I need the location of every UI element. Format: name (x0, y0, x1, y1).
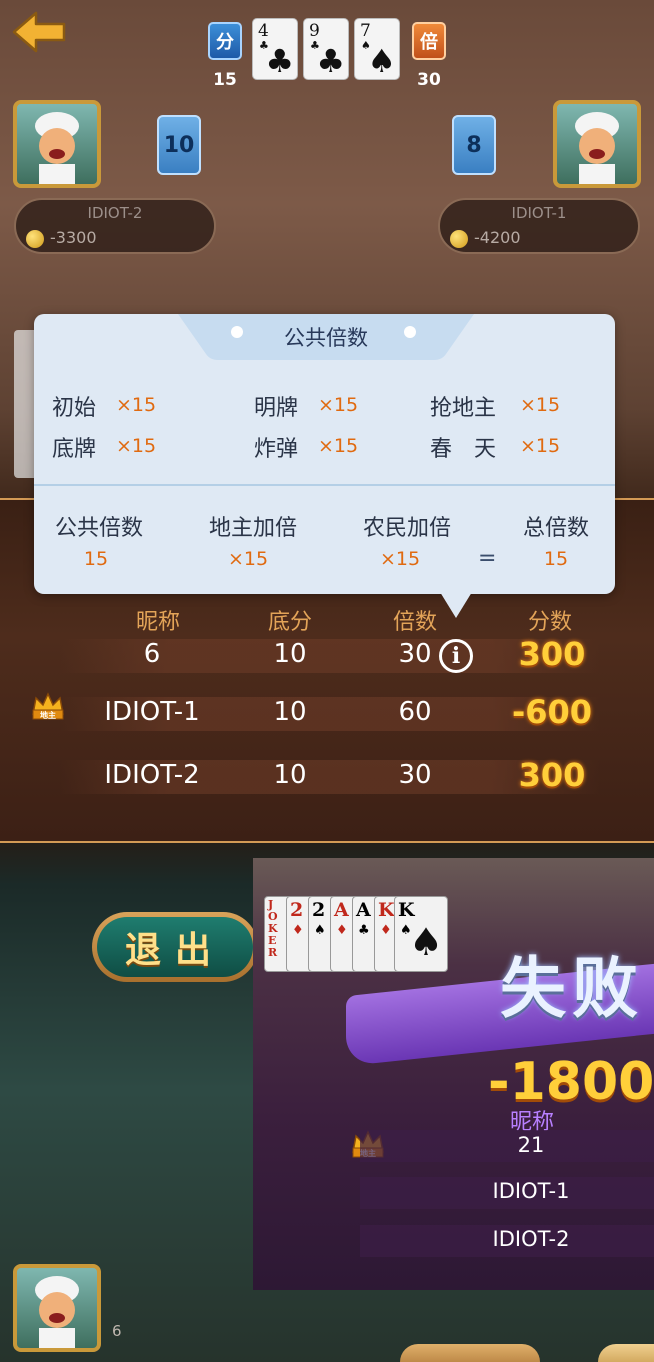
self-card-count: 6 (112, 1322, 122, 1340)
left-player-balance: -3300 (50, 228, 97, 247)
svg-text:地主: 地主 (40, 710, 56, 720)
diamond-icon: ♦ (336, 923, 348, 938)
item-label: 抢地主 (430, 396, 497, 421)
defeat-row-name: IDIOT-2 (492, 1227, 570, 1251)
club-icon: ♣ (316, 42, 345, 80)
exit-button[interactable]: 退出 (92, 912, 258, 982)
item-value: ×15 (520, 435, 561, 457)
spade-icon: ♠ (314, 923, 326, 938)
club-icon: ♣ (265, 42, 294, 80)
row-name: 6 (143, 639, 161, 669)
bottom-action-button-2[interactable] (598, 1344, 654, 1362)
right-player-balance: -4200 (474, 228, 521, 247)
row-name: IDIOT-2 (104, 760, 200, 790)
row-multiple: 30 (398, 760, 432, 790)
left-player-name: IDIOT-2 (87, 204, 143, 222)
avatar-self[interactable] (13, 1264, 101, 1352)
card-rank: A (356, 899, 371, 921)
popup-divider (34, 484, 615, 486)
summary-landlord-label: 地主加倍 (208, 516, 297, 541)
avatar-right-player[interactable] (553, 100, 641, 188)
bottom-card: 7 ♠ ♠ (354, 18, 400, 80)
summary-farmer-label: 农民加倍 (362, 516, 451, 541)
header-nickname: 昵称 (135, 610, 180, 635)
summary-public-value: 15 (83, 548, 109, 570)
popup-pointer (440, 592, 472, 618)
row-base: 10 (273, 639, 307, 669)
row-base: 10 (273, 760, 307, 790)
popup-title: 公共倍数 (284, 326, 368, 350)
avatar-left-player[interactable] (13, 100, 101, 188)
spade-icon: ♠ (367, 42, 396, 80)
right-player-plate: IDIOT-1 -4200 (438, 198, 640, 254)
card-rank: A (334, 899, 349, 921)
card-rank: 4 (258, 21, 269, 41)
equals-sign: = (478, 546, 497, 571)
card-rank: 7 (360, 21, 371, 41)
base-score-badge: 分 (208, 22, 242, 60)
spade-icon: ♠ (409, 920, 444, 964)
summary-total-label: 总倍数 (522, 516, 589, 541)
card-rank: 2 (290, 899, 304, 921)
row-score: 300 (518, 635, 586, 673)
chef-avatar-icon (575, 112, 619, 184)
summary-total-value: 15 (543, 548, 569, 570)
item-label: 明牌 (254, 396, 299, 421)
bottom-card: 9 ♣ ♣ (303, 18, 349, 80)
left-player-card-count: 10 (157, 115, 201, 175)
diamond-icon: ♦ (380, 923, 392, 938)
item-value: ×15 (520, 394, 561, 416)
header-score: 分数 (527, 610, 572, 635)
card-rank: 9 (309, 21, 320, 41)
defeat-row-name: 21 (517, 1133, 545, 1157)
header-base-score: 底分 (267, 610, 312, 635)
item-value: ×15 (116, 394, 157, 416)
row-base: 10 (273, 697, 307, 727)
back-button[interactable] (10, 10, 68, 54)
info-icon[interactable]: i (439, 639, 473, 673)
chef-avatar-icon (35, 112, 79, 184)
item-label: 春 天 (430, 437, 497, 462)
item-label: 炸弹 (254, 437, 299, 462)
club-icon: ♣ (358, 923, 370, 938)
row-multiple: 60 (398, 697, 432, 727)
defeat-row-name: IDIOT-1 (492, 1179, 570, 1203)
item-label: 初始 (52, 396, 97, 421)
card-rank: 2 (312, 899, 326, 921)
row-score: -600 (511, 693, 593, 731)
played-card: K ♠ ♠ (394, 896, 448, 972)
coin-icon (450, 230, 468, 248)
row-score: 300 (518, 756, 586, 794)
multiplier-badge: 倍 (412, 22, 446, 60)
card-rank: K (398, 899, 415, 921)
left-player-plate: IDIOT-2 -3300 (14, 198, 216, 254)
defeat-title: 失败 (500, 950, 644, 1027)
bottom-action-button[interactable] (400, 1344, 540, 1362)
defeat-score: -1800 (488, 1052, 654, 1112)
summary-landlord-value: ×15 (227, 548, 269, 570)
item-label: 底牌 (52, 437, 97, 462)
coin-icon (26, 230, 44, 248)
bottom-card: 4 ♣ ♣ (252, 18, 298, 80)
base-score-value: 15 (213, 70, 237, 90)
summary-farmer-value: ×15 (379, 548, 421, 570)
item-value: ×15 (116, 435, 157, 457)
card-rank: K (378, 899, 395, 921)
right-player-name: IDIOT-1 (511, 204, 567, 222)
card-rank: JOKER (268, 898, 278, 959)
multiplier-value: 30 (417, 70, 441, 90)
item-value: ×15 (318, 435, 359, 457)
chef-avatar-icon (35, 1276, 79, 1348)
row-name: IDIOT-1 (104, 697, 200, 727)
back-arrow-icon (12, 11, 66, 53)
right-player-card-count: 8 (452, 115, 496, 175)
diamond-icon: ♦ (292, 923, 304, 938)
item-value: ×15 (318, 394, 359, 416)
exit-label: 退出 (97, 917, 253, 977)
summary-public-label: 公共倍数 (54, 516, 143, 541)
